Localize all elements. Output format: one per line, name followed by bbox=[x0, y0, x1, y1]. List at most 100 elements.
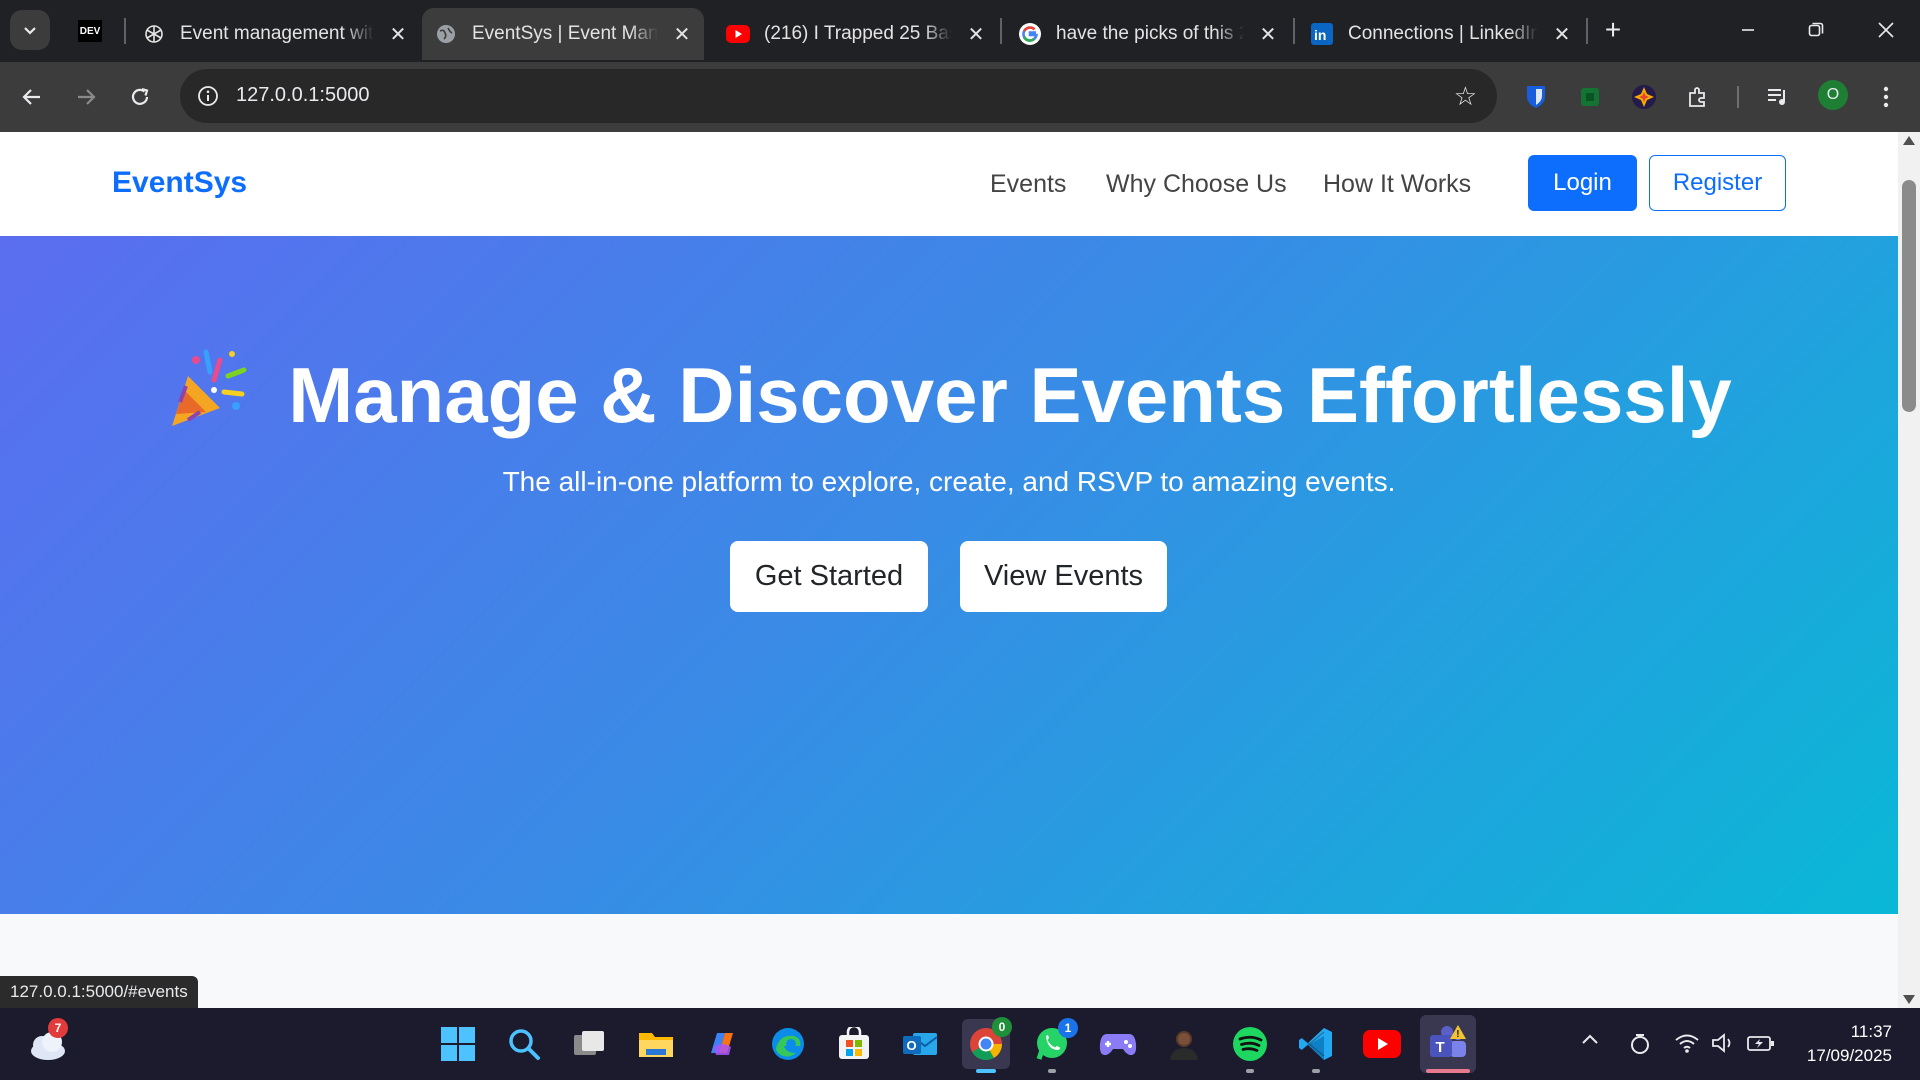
wifi-icon[interactable] bbox=[1674, 1032, 1700, 1054]
close-icon[interactable]: ✕ bbox=[1550, 22, 1574, 46]
weather-widget-icon[interactable]: 7 bbox=[26, 1018, 70, 1066]
tab-separator bbox=[1000, 18, 1002, 44]
svg-text:in: in bbox=[1314, 27, 1326, 43]
spotify-icon[interactable] bbox=[1228, 1022, 1272, 1066]
game-controller-icon[interactable] bbox=[1096, 1022, 1140, 1066]
battery-charging-icon[interactable] bbox=[1746, 1032, 1776, 1054]
brand-logo[interactable]: EventSys bbox=[112, 166, 247, 200]
app-avatar-icon[interactable] bbox=[1162, 1022, 1206, 1066]
chrome-running-indicator bbox=[976, 1069, 996, 1073]
tab-separator bbox=[1586, 18, 1588, 44]
view-events-button[interactable]: View Events bbox=[960, 541, 1167, 612]
scroll-thumb[interactable] bbox=[1902, 180, 1916, 412]
svg-text:!: ! bbox=[1456, 1029, 1459, 1040]
bookmark-star-icon[interactable]: ☆ bbox=[1454, 81, 1477, 111]
restore-icon bbox=[1808, 22, 1824, 37]
link-status-bubble: 127.0.0.1:5000/#events bbox=[0, 976, 198, 1008]
file-explorer-icon[interactable] bbox=[634, 1022, 678, 1066]
hero-title: Manage & Discover Events Effortlessly bbox=[288, 351, 1732, 439]
nav-link-how-it-works[interactable]: How It Works bbox=[1323, 170, 1471, 199]
outlook-icon[interactable]: O bbox=[898, 1022, 942, 1066]
media-control-icon[interactable] bbox=[1760, 79, 1796, 115]
bitwarden-extension-icon[interactable] bbox=[1518, 79, 1554, 115]
restore-button[interactable] bbox=[1794, 8, 1838, 52]
get-started-button[interactable]: Get Started bbox=[730, 541, 928, 612]
sparkle-extension-icon[interactable] bbox=[1626, 79, 1662, 115]
clock-date: 17/09/2025 bbox=[1806, 1046, 1892, 1065]
tab-title: Event management with bbox=[180, 23, 374, 44]
search-icon[interactable] bbox=[502, 1022, 546, 1066]
reload-button[interactable] bbox=[118, 75, 162, 119]
copilot-icon[interactable] bbox=[700, 1022, 744, 1066]
register-button[interactable]: Register bbox=[1649, 155, 1786, 211]
close-icon[interactable]: ✕ bbox=[386, 22, 410, 46]
close-icon bbox=[1878, 22, 1894, 38]
close-icon[interactable]: ✕ bbox=[964, 22, 988, 46]
tab-search-button[interactable] bbox=[10, 10, 50, 50]
system-clock[interactable]: 11:37 17/09/2025 bbox=[1807, 1020, 1892, 1068]
chrome-icon[interactable]: 0 bbox=[962, 1017, 1012, 1069]
forward-button[interactable] bbox=[64, 75, 108, 119]
address-bar[interactable]: 127.0.0.1:5000 ☆ bbox=[180, 69, 1497, 123]
task-view-icon[interactable] bbox=[568, 1022, 612, 1066]
party-popper-icon bbox=[172, 349, 247, 426]
whatsapp-icon[interactable]: 1 bbox=[1030, 1018, 1078, 1066]
svg-text:O: O bbox=[907, 1038, 917, 1053]
page-scrollbar[interactable] bbox=[1898, 132, 1920, 1008]
globe-icon bbox=[434, 22, 458, 46]
whatsapp-running-indicator bbox=[1048, 1069, 1056, 1073]
youtube-app-icon[interactable] bbox=[1360, 1022, 1404, 1066]
extensions-puzzle-icon[interactable] bbox=[1680, 79, 1716, 115]
tab-separator bbox=[1293, 18, 1295, 44]
chevron-down-icon bbox=[24, 27, 36, 35]
minimize-button[interactable] bbox=[1726, 8, 1770, 52]
teams-icon[interactable]: T! bbox=[1420, 1015, 1476, 1073]
volume-icon[interactable] bbox=[1710, 1032, 1736, 1054]
more-menu-icon[interactable] bbox=[1868, 79, 1904, 115]
youtube-icon bbox=[726, 22, 750, 46]
arrow-left-icon bbox=[22, 89, 40, 105]
tab-title: Connections | LinkedIn bbox=[1348, 23, 1538, 44]
site-info-icon[interactable] bbox=[192, 80, 224, 112]
tab-title: have the picks of this 2( bbox=[1056, 23, 1244, 44]
scroll-up-arrow-icon[interactable] bbox=[1903, 136, 1915, 145]
window-close-button[interactable] bbox=[1864, 8, 1908, 52]
tab-4[interactable]: in Connections | LinkedIn ✕ bbox=[1310, 8, 1574, 60]
toolbar-separator bbox=[1737, 86, 1739, 108]
google-icon bbox=[1018, 22, 1042, 46]
tab-title: EventSys | Event Manag bbox=[472, 23, 658, 44]
back-button[interactable] bbox=[10, 75, 54, 119]
tab-1-active[interactable]: EventSys | Event Manag ✕ bbox=[422, 8, 704, 60]
windows-taskbar: 7 O 0 1 T ! 11:37 17/09/2025 bbox=[0, 1008, 1920, 1080]
dev-tab[interactable]: DEV bbox=[78, 20, 102, 42]
nav-link-why-choose-us[interactable]: Why Choose Us bbox=[1106, 170, 1287, 199]
weather-badge: 7 bbox=[48, 1018, 68, 1038]
tab-0[interactable]: Event management with ✕ bbox=[140, 8, 410, 60]
close-icon[interactable]: ✕ bbox=[1256, 22, 1280, 46]
close-icon[interactable]: ✕ bbox=[670, 22, 694, 46]
scroll-down-arrow-icon[interactable] bbox=[1903, 995, 1915, 1004]
profile-avatar[interactable]: O bbox=[1818, 80, 1848, 110]
green-extension-icon[interactable] bbox=[1572, 79, 1608, 115]
sync-status-icon[interactable] bbox=[1628, 1032, 1652, 1056]
chrome-badge: 0 bbox=[992, 1017, 1012, 1037]
microsoft-store-icon[interactable] bbox=[832, 1022, 876, 1066]
vscode-running-indicator bbox=[1312, 1069, 1320, 1073]
nav-link-events[interactable]: Events bbox=[990, 170, 1066, 199]
tab-3[interactable]: have the picks of this 2( ✕ bbox=[1018, 8, 1280, 60]
new-tab-button[interactable]: + bbox=[1591, 8, 1635, 52]
start-button-icon[interactable] bbox=[436, 1022, 480, 1066]
tab-separator bbox=[124, 18, 126, 44]
chevron-up-icon[interactable] bbox=[1580, 1032, 1600, 1046]
login-button[interactable]: Login bbox=[1528, 155, 1637, 211]
openai-icon bbox=[142, 22, 166, 46]
edge-browser-icon[interactable] bbox=[766, 1022, 810, 1066]
site-navbar: EventSys Events Why Choose Us How It Wor… bbox=[0, 132, 1898, 236]
vscode-icon[interactable] bbox=[1294, 1022, 1338, 1066]
page-viewport: EventSys Events Why Choose Us How It Wor… bbox=[0, 132, 1898, 1008]
arrow-right-icon bbox=[78, 89, 96, 105]
browser-toolbar: 127.0.0.1:5000 ☆ O bbox=[0, 62, 1920, 132]
teams-running-indicator bbox=[1426, 1069, 1470, 1073]
tab-title: (216) I Trapped 25 Bask bbox=[764, 23, 952, 44]
tab-2[interactable]: (216) I Trapped 25 Bask ✕ bbox=[726, 8, 988, 60]
